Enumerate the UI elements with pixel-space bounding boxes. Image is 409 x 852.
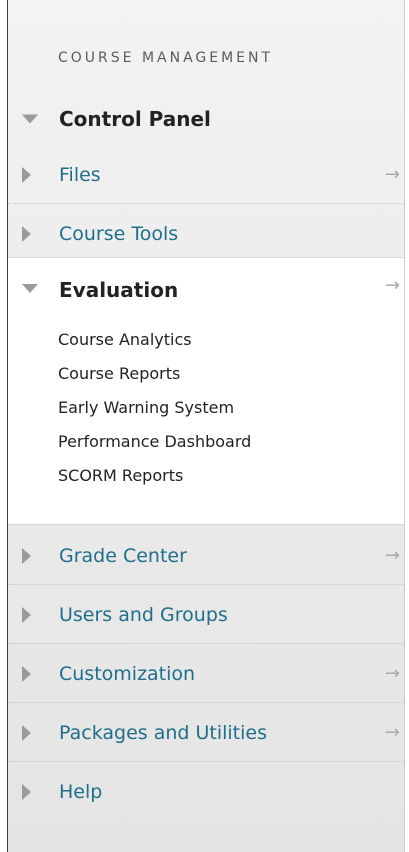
- go-arrow-icon[interactable]: →: [385, 663, 400, 684]
- evaluation-title[interactable]: Evaluation: [59, 278, 178, 302]
- control-panel-toggle[interactable]: Control Panel: [8, 90, 404, 148]
- collapsed-triangle-icon: [22, 226, 31, 242]
- go-arrow-icon[interactable]: →: [385, 275, 400, 296]
- menu-item-label: Help: [59, 781, 103, 803]
- menu-item-help[interactable]: Help: [8, 763, 404, 821]
- submenu-item-course-analytics[interactable]: Course Analytics: [58, 323, 251, 357]
- go-arrow-icon[interactable]: →: [385, 545, 400, 566]
- menu-item-label: Course Tools: [59, 223, 179, 245]
- menu-section-evaluation: Evaluation → Course Analytics Course Rep…: [8, 257, 404, 525]
- go-arrow-icon[interactable]: →: [385, 722, 400, 743]
- menu-item-label: Packages and Utilities: [59, 721, 267, 744]
- menu-item-course-tools[interactable]: Course Tools: [8, 205, 404, 263]
- evaluation-submenu: Course Analytics Course Reports Early Wa…: [58, 323, 251, 493]
- submenu-item-course-reports[interactable]: Course Reports: [58, 357, 251, 391]
- menu-item-label: Files: [59, 163, 101, 186]
- collapsed-triangle-icon: [22, 665, 31, 682]
- course-management-header: COURSE MANAGEMENT: [58, 50, 274, 66]
- menu-item-label: Customization: [59, 662, 196, 685]
- collapsed-triangle-icon: [22, 606, 31, 623]
- menu-item-customization[interactable]: Customization →: [8, 645, 404, 703]
- collapsed-triangle-icon: [22, 166, 31, 183]
- submenu-item-early-warning-system[interactable]: Early Warning System: [58, 391, 251, 425]
- expanded-triangle-icon: [22, 114, 38, 124]
- menu-item-label: Grade Center: [59, 544, 187, 567]
- expanded-triangle-icon[interactable]: [22, 284, 38, 293]
- collapsed-triangle-icon: [22, 724, 31, 741]
- menu-item-files[interactable]: Files →: [8, 146, 404, 204]
- menu-item-label: Users and Groups: [59, 603, 228, 626]
- go-arrow-icon[interactable]: →: [385, 164, 400, 185]
- control-panel-label: Control Panel: [59, 107, 211, 131]
- collapsed-triangle-icon: [22, 784, 31, 800]
- submenu-item-performance-dashboard[interactable]: Performance Dashboard: [58, 425, 251, 459]
- menu-item-packages-and-utilities[interactable]: Packages and Utilities →: [8, 704, 404, 762]
- submenu-item-scorm-reports[interactable]: SCORM Reports: [58, 459, 251, 493]
- menu-item-grade-center[interactable]: Grade Center →: [8, 527, 404, 585]
- course-management-panel: COURSE MANAGEMENT Control Panel Files → …: [7, 0, 405, 852]
- collapsed-triangle-icon: [22, 547, 31, 564]
- menu-item-users-and-groups[interactable]: Users and Groups: [8, 586, 404, 644]
